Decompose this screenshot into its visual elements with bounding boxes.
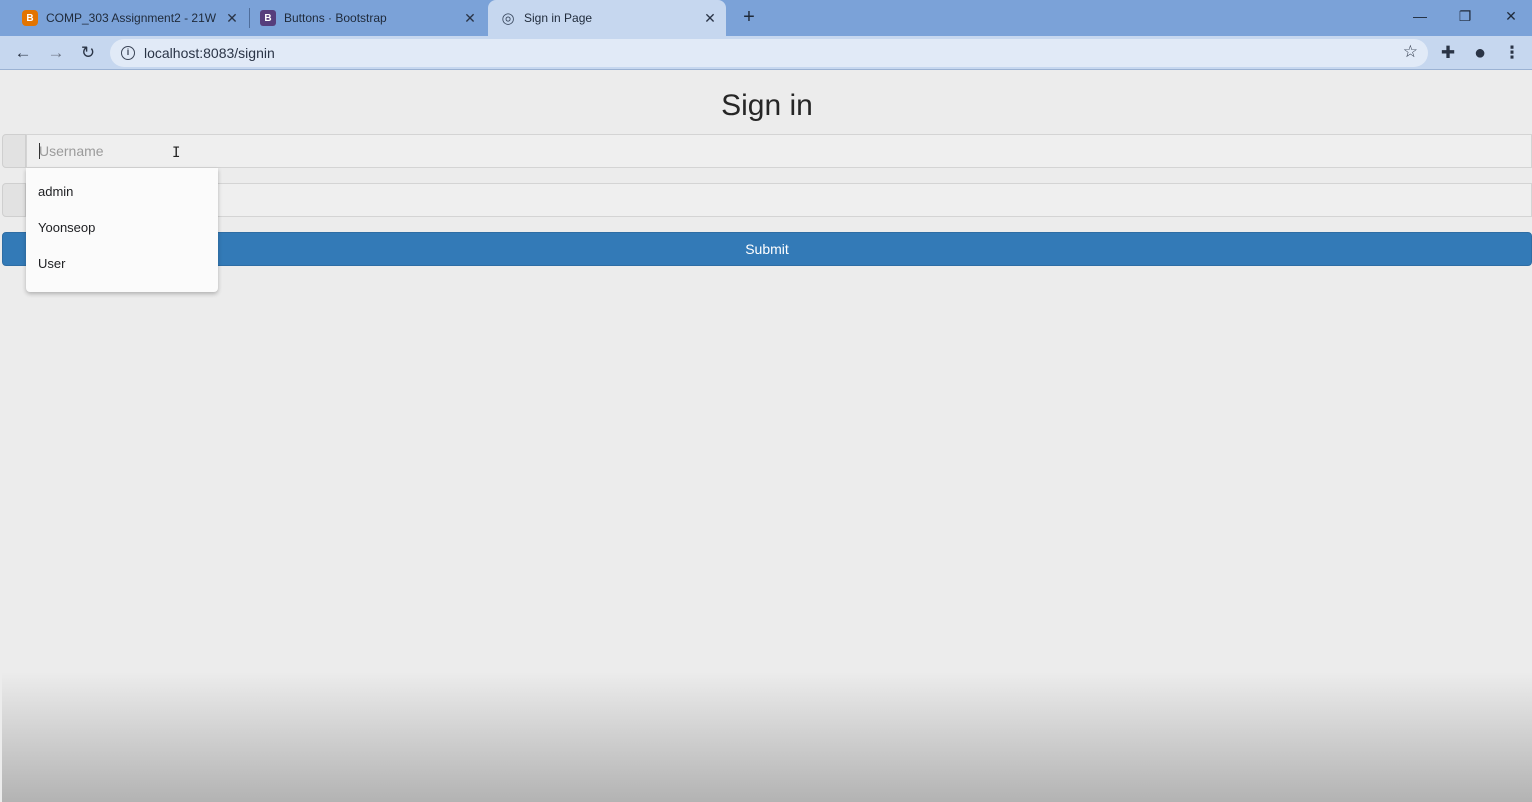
tab-bootstrap[interactable]: B Buttons · Bootstrap ✕ — [252, 0, 486, 36]
address-bar[interactable]: i localhost:8083/signin ☆ — [110, 39, 1428, 67]
extensions-icon[interactable]: ✚ — [1435, 40, 1461, 66]
minimize-icon[interactable]: — — [1405, 4, 1435, 28]
autocomplete-dropdown: admin Yoonseop User — [26, 168, 218, 292]
forward-arrow-icon[interactable]: → — [43, 40, 69, 66]
info-icon[interactable]: i — [121, 46, 135, 60]
back-arrow-icon[interactable]: ← — [10, 40, 36, 66]
tab-title: Buttons · Bootstrap — [284, 11, 387, 25]
autocomplete-option[interactable]: admin — [26, 174, 218, 210]
username-group — [2, 134, 1532, 168]
password-field[interactable] — [26, 183, 1532, 217]
tab-comp303[interactable]: B COMP_303 Assignment2 - 21W ✕ — [14, 0, 248, 36]
browser-toolbar: ← → ↻ i localhost:8083/signin ☆ ✚ ● ⋮ — [0, 36, 1532, 70]
blogger-icon: B — [22, 10, 38, 26]
autocomplete-option[interactable]: User — [26, 246, 218, 282]
username-addon — [2, 134, 26, 168]
reload-icon[interactable]: ↻ — [75, 40, 101, 66]
tab-title: Sign in Page — [524, 11, 593, 25]
ibeam-cursor-icon: I — [172, 145, 181, 161]
window-close-icon[interactable]: ✕ — [1496, 4, 1526, 28]
page-body: Sign in I Submit admin Yoonseop User — [2, 71, 1532, 802]
menu-kebab-icon[interactable]: ⋮ — [1499, 40, 1525, 66]
username-field[interactable] — [26, 134, 1532, 168]
restore-icon[interactable]: ❐ — [1450, 4, 1480, 28]
tab-strip: B COMP_303 Assignment2 - 21W ✕ B Buttons… — [0, 0, 1532, 36]
new-tab-icon[interactable]: + — [738, 6, 760, 28]
bottom-shadow — [2, 672, 1532, 802]
username-input[interactable] — [27, 135, 1531, 167]
password-addon — [2, 183, 26, 217]
password-input[interactable] — [27, 184, 1531, 216]
close-icon[interactable]: ✕ — [462, 10, 478, 26]
bookmark-star-icon[interactable]: ☆ — [1403, 42, 1418, 62]
autocomplete-option[interactable]: Yoonseop — [26, 210, 218, 246]
page-title: Sign in — [721, 89, 813, 122]
tab-signin[interactable]: ◎ Sign in Page ✕ — [488, 0, 726, 36]
text-caret — [39, 143, 40, 159]
password-group — [2, 183, 1532, 217]
address-url: localhost:8083/signin — [144, 45, 275, 61]
globe-icon: ◎ — [501, 10, 515, 27]
profile-avatar-icon[interactable]: ● — [1467, 40, 1493, 66]
close-icon[interactable]: ✕ — [224, 10, 240, 26]
submit-button[interactable]: Submit — [2, 232, 1532, 266]
bootstrap-icon: B — [260, 10, 276, 26]
close-icon[interactable]: ✕ — [702, 10, 718, 26]
tab-title: COMP_303 Assignment2 - 21W — [46, 11, 216, 25]
tab-divider — [249, 8, 250, 28]
